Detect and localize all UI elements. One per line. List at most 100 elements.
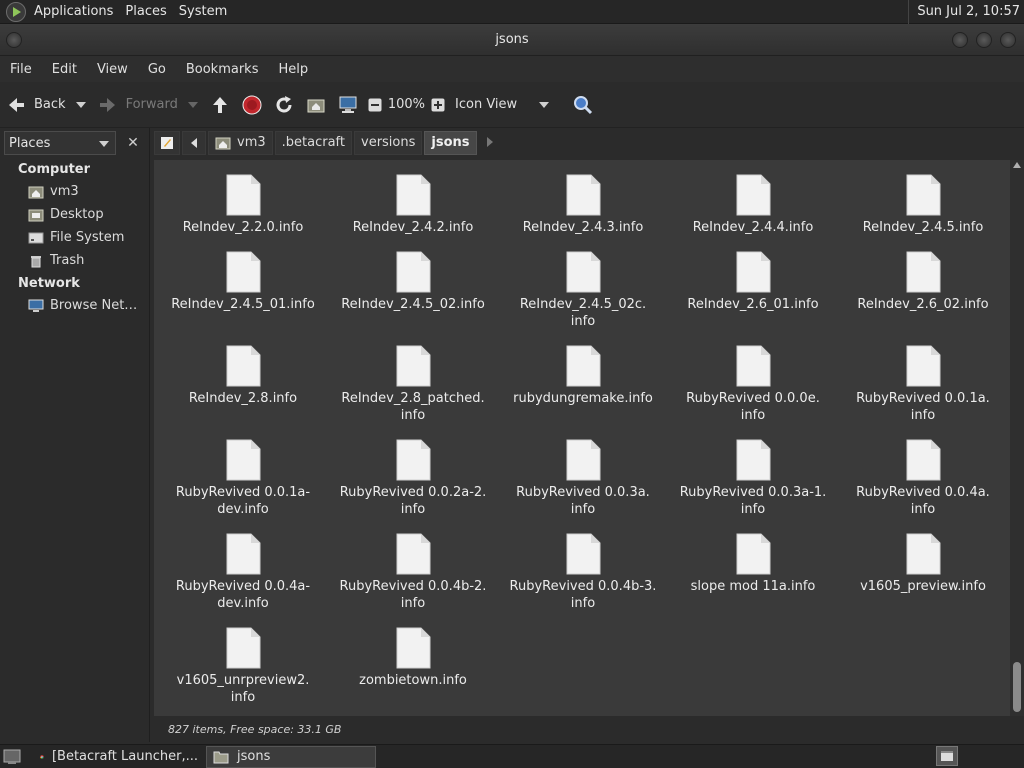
sidebar-type-label: Places [9,135,51,151]
file-item[interactable]: v1605_preview.info [838,533,1008,595]
file-item[interactable]: v1605_unrpreview2. info [158,627,328,706]
system-menu[interactable]: System [173,4,233,19]
breadcrumb-versions[interactable]: versions [354,131,423,155]
sidebar-item-vm3[interactable]: vm3 [0,180,149,203]
file-item[interactable]: ReIndev_2.8_patched. info [328,345,498,424]
file-item[interactable]: RubyRevived 0.0.4a-dev.info [158,533,328,612]
file-item[interactable]: RubyRevived 0.0.4b-3. info [498,533,668,612]
file-item[interactable]: RubyRevived 0.0.1a-dev.info [158,439,328,518]
chevron-left-icon [191,138,197,148]
location-entry-toggle[interactable] [154,131,180,155]
window-titlebar[interactable]: jsons [0,24,1024,56]
clock[interactable]: Sun Jul 2, 10:57 [908,0,1020,24]
close-sidebar-icon[interactable]: ✕ [122,132,144,154]
search-button[interactable] [567,88,599,122]
file-item[interactable]: ReIndev_2.4.5_02c. info [498,251,668,330]
back-history-dropdown-icon[interactable] [75,101,86,108]
sidebar-item-trash[interactable]: Trash [0,249,149,272]
reload-icon [274,95,294,115]
text-file-icon [565,251,601,293]
file-item[interactable]: RubyRevived 0.0.2a-2. info [328,439,498,518]
places-menu[interactable]: Places [119,4,172,19]
file-item[interactable]: ReIndev_2.2.0.info [158,174,328,236]
maximize-button[interactable] [976,32,992,48]
file-item[interactable]: ReIndev_2.4.2.info [328,174,498,236]
file-name-label: RubyRevived 0.0.1a. info [856,391,990,423]
trash-icon [28,254,44,268]
pencil-icon [161,137,173,149]
zoom-out-button[interactable] [364,88,386,122]
menu-go[interactable]: Go [138,62,176,77]
sidebar-item-filesystem[interactable]: File System [0,226,149,249]
computer-button[interactable] [332,88,364,122]
sidebar-item-desktop[interactable]: Desktop [0,203,149,226]
network-icon [28,299,44,313]
taskbar-item-betacraft[interactable]: [Betacraft Launcher,... [34,746,204,768]
file-name-label: RubyRevived 0.0.3a-1. info [679,485,827,517]
show-desktop-button[interactable] [0,746,24,768]
file-item[interactable]: ReIndev_2.6_02.info [838,251,1008,313]
stop-button[interactable] [236,88,268,122]
file-item[interactable]: slope mod 11a.info [668,533,838,595]
sidebar-item-browse-network[interactable]: Browse Net… [0,294,149,317]
file-item[interactable]: ReIndev_2.6_01.info [668,251,838,313]
file-item[interactable]: RubyRevived 0.0.4b-2. info [328,533,498,612]
file-item[interactable]: RubyRevived 0.0.0e. info [668,345,838,424]
zoom-level[interactable]: 100% [386,88,427,122]
text-file-icon [565,439,601,481]
file-item[interactable]: zombietown.info [328,627,498,689]
text-file-icon [225,627,261,669]
distro-logo-icon[interactable] [6,1,26,22]
menu-view[interactable]: View [87,62,138,77]
scroll-up-icon[interactable] [1013,162,1021,168]
breadcrumb-betacraft[interactable]: .betacraft [274,131,352,155]
applications-menu[interactable]: Applications [28,4,119,19]
breadcrumb-label: vm3 [237,135,266,150]
sidebar-item-label: Trash [50,253,85,268]
vertical-scrollbar[interactable] [1010,160,1024,716]
forward-history-dropdown-icon[interactable] [187,101,198,108]
menu-edit[interactable]: Edit [42,62,87,77]
path-scroll-right[interactable] [479,136,501,151]
file-icon-view[interactable]: ReIndev_2.2.0.info ReIndev_2.4.2.info ReIn… [154,160,1010,716]
file-item[interactable]: RubyRevived 0.0.1a. info [838,345,1008,424]
zoom-in-button[interactable] [427,88,449,122]
path-scroll-left[interactable] [182,131,206,155]
scrollbar-thumb[interactable] [1013,662,1021,712]
text-file-icon [735,439,771,481]
file-item[interactable]: ReIndev_2.4.5_02.info [328,251,498,313]
forward-button[interactable]: Forward [92,88,204,122]
breadcrumb-vm3[interactable]: vm3 [208,131,273,155]
window-menu-button[interactable] [6,32,22,48]
menu-bookmarks[interactable]: Bookmarks [176,62,269,77]
taskbar-item-jsons[interactable]: jsons [206,745,376,768]
folder-icon [213,751,229,763]
close-button[interactable] [1000,32,1016,48]
back-button[interactable]: Back [0,88,92,122]
back-label: Back [34,97,66,112]
file-item[interactable]: ReIndev_2.4.5_01.info [158,251,328,313]
minimize-button[interactable] [952,32,968,48]
file-item[interactable]: rubydungremake.info [498,345,668,407]
file-name-label: zombietown.info [359,673,467,688]
file-name-label: RubyRevived 0.0.0e. info [686,391,820,423]
file-item[interactable]: ReIndev_2.8.info [158,345,328,407]
file-item[interactable]: RubyRevived 0.0.3a. info [498,439,668,518]
file-item[interactable]: ReIndev_2.4.4.info [668,174,838,236]
text-file-icon [735,345,771,387]
view-mode-select[interactable]: Icon View [449,88,567,122]
sidebar-type-select[interactable]: Places [4,131,116,155]
file-item[interactable]: ReIndev_2.4.5.info [838,174,1008,236]
reload-button[interactable] [268,88,300,122]
zoom-in-icon [431,98,445,112]
file-item[interactable]: RubyRevived 0.0.3a-1. info [668,439,838,518]
menu-help[interactable]: Help [268,62,318,77]
up-button[interactable] [204,88,236,122]
workspace-switcher[interactable] [936,746,958,766]
breadcrumb-jsons[interactable]: jsons [424,131,477,155]
text-file-icon [395,439,431,481]
file-item[interactable]: ReIndev_2.4.3.info [498,174,668,236]
menu-file[interactable]: File [0,62,42,77]
home-button[interactable] [300,88,332,122]
file-item[interactable]: RubyRevived 0.0.4a. info [838,439,1008,518]
